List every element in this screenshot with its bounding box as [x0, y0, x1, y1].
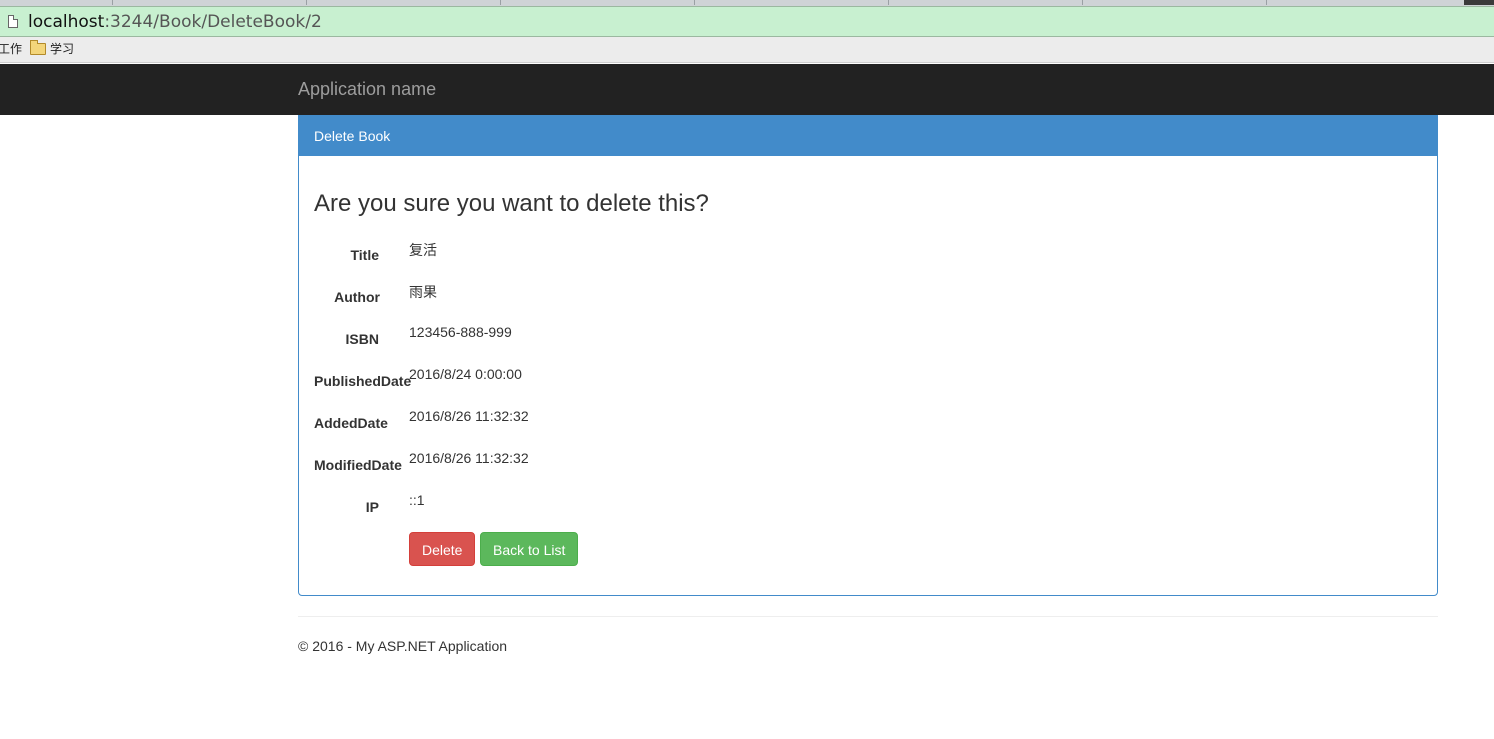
field-value-added-date: 2016/8/26 11:32:32	[409, 408, 529, 424]
field-value-ip: ::1	[409, 492, 425, 508]
bookmarks-bar: 工作 学习	[0, 37, 1494, 63]
browser-tab[interactable]	[888, 0, 1083, 5]
browser-tab[interactable]	[306, 0, 501, 5]
navbar: Application name	[0, 64, 1494, 115]
field-value-isbn: 123456-888-999	[409, 324, 512, 340]
field-value-title: 复活	[409, 242, 437, 258]
footer-copyright: © 2016 - My ASP.NET Application	[298, 638, 508, 654]
window-control[interactable]	[1464, 0, 1494, 5]
bookmark-folder-work[interactable]: 工作	[0, 37, 22, 61]
panel-heading: Delete Book	[299, 116, 1437, 156]
delete-button[interactable]: Delete	[409, 532, 476, 566]
confirm-question: Are you sure you want to delete this?	[314, 190, 709, 217]
brand-link[interactable]: Application name	[298, 78, 436, 100]
address-bar[interactable]: localhost:3244/Book/DeleteBook/2	[0, 6, 1494, 37]
field-label-modified-date: ModifiedDate	[314, 457, 402, 473]
field-label-added-date: AddedDate	[314, 415, 388, 431]
url-path: :3244/Book/DeleteBook/2	[104, 12, 322, 32]
footer-divider	[298, 616, 1438, 617]
browser-tab[interactable]	[694, 0, 889, 5]
url-host: localhost	[28, 12, 105, 32]
page-icon	[8, 15, 18, 28]
field-label-isbn: ISBN	[345, 331, 379, 347]
bookmark-folder-study[interactable]: 学习	[50, 37, 74, 61]
field-value-modified-date: 2016/8/26 11:32:32	[409, 450, 529, 466]
field-label-ip: IP	[365, 499, 379, 515]
back-to-list-button[interactable]: Back to List	[480, 532, 579, 566]
field-value-author: 雨果	[409, 284, 437, 300]
field-label-published-date: PublishedDate	[314, 373, 412, 389]
field-label-title: Title	[350, 247, 379, 263]
browser-tab[interactable]	[112, 0, 307, 5]
folder-icon	[30, 40, 46, 55]
field-label-author: Author	[334, 289, 380, 305]
browser-tab[interactable]	[500, 0, 695, 5]
url-text[interactable]: localhost:3244/Book/DeleteBook/2	[28, 12, 322, 32]
browser-tab[interactable]	[0, 0, 113, 5]
field-value-published-date: 2016/8/24 0:00:00	[409, 366, 522, 382]
delete-book-panel: Delete Book Are you sure you want to del…	[298, 115, 1438, 596]
browser-tab[interactable]	[1082, 0, 1267, 5]
